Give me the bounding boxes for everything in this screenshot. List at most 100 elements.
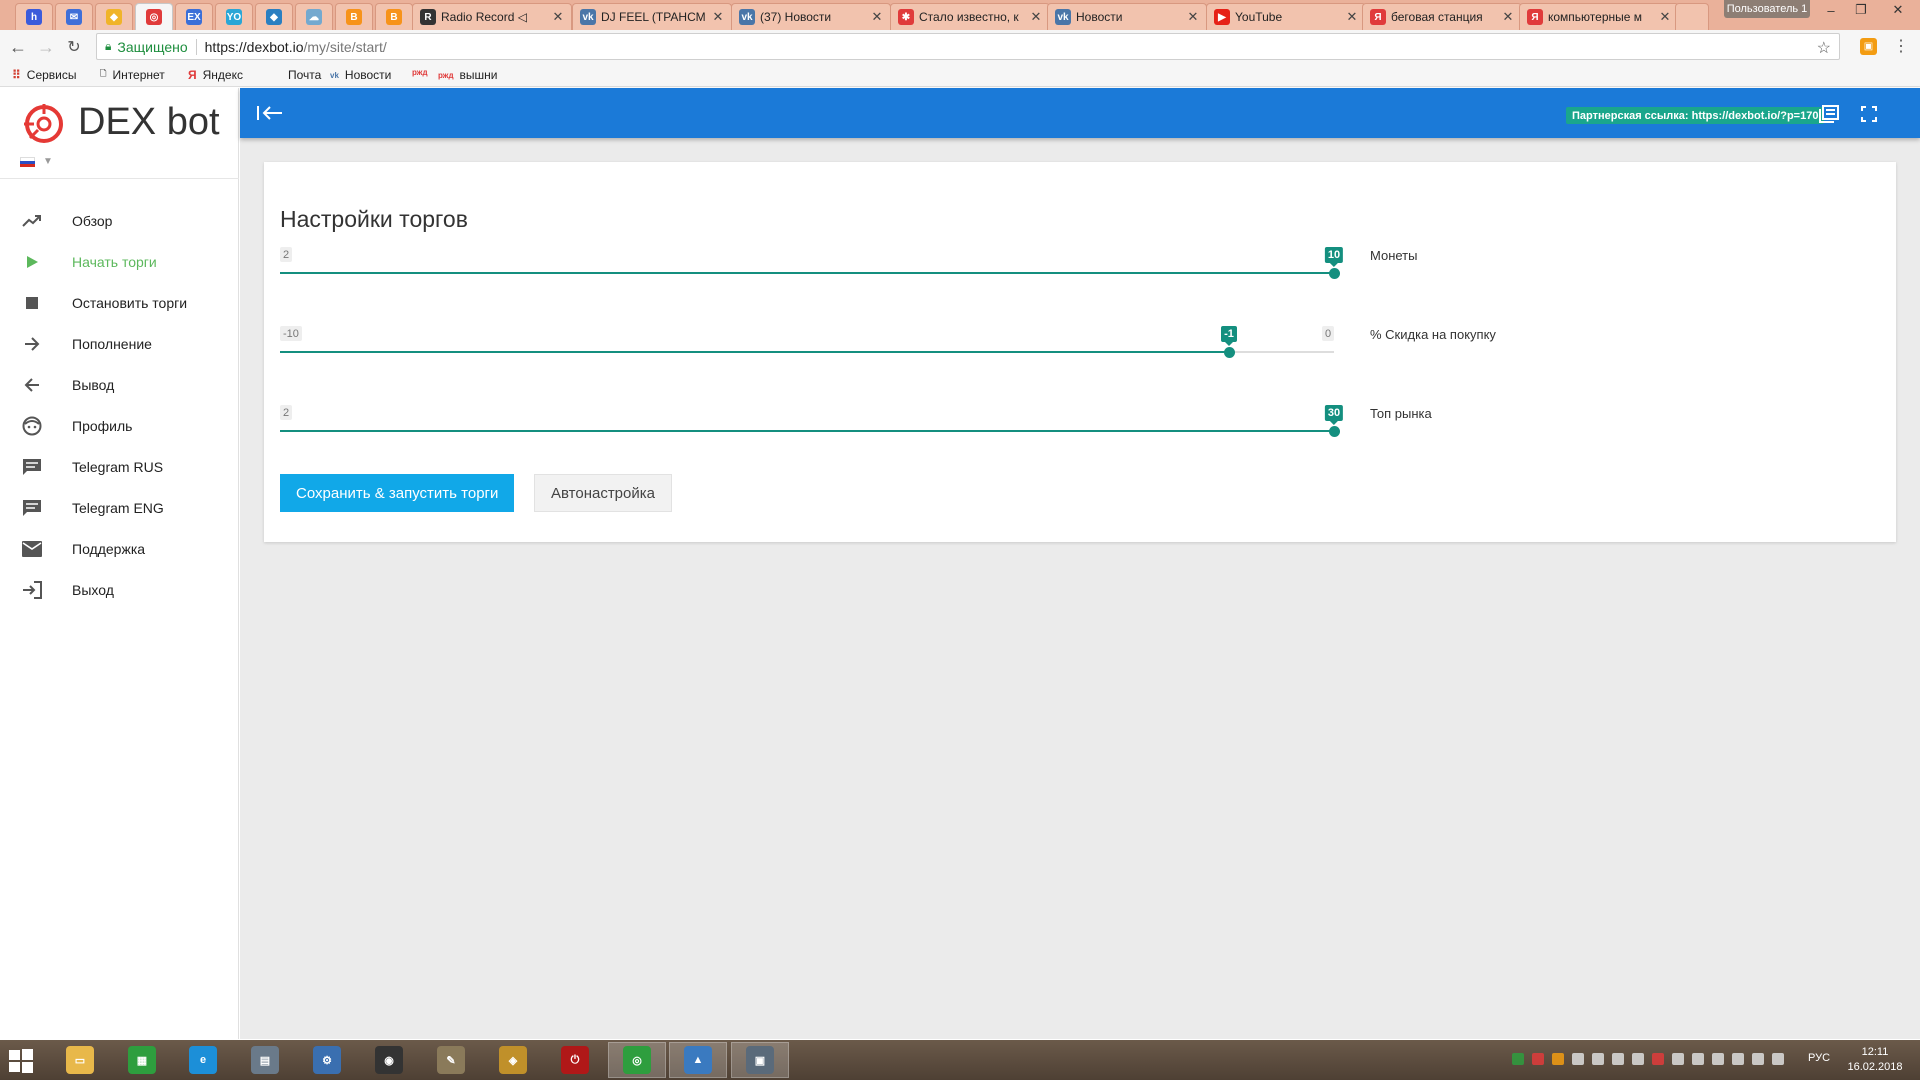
- slider-handle[interactable]: [1329, 426, 1340, 437]
- sidebar-item[interactable]: Остановить торги: [0, 282, 239, 323]
- sidebar-item[interactable]: Обзор: [0, 200, 239, 241]
- logo[interactable]: DEX bot: [20, 98, 220, 146]
- close-window-button[interactable]: ✕: [1878, 0, 1918, 20]
- browser-tab[interactable]: Ябеговая станция ✕: [1362, 3, 1522, 30]
- save-and-start-button[interactable]: Сохранить & запустить торги: [280, 474, 515, 512]
- restore-button[interactable]: ❐: [1846, 0, 1876, 20]
- forward-button[interactable]: →: [34, 36, 58, 58]
- signal-icon[interactable]: [1752, 1053, 1764, 1065]
- tray-app-icon[interactable]: [1512, 1053, 1524, 1065]
- close-tab-icon[interactable]: ✕: [1658, 9, 1672, 25]
- extension-icon[interactable]: ▣: [1860, 38, 1877, 55]
- vk-icon: vk: [1055, 9, 1071, 25]
- bookmark-item[interactable]: vk Новости: [330, 68, 391, 82]
- browser-tab[interactable]: ☁: [295, 3, 333, 30]
- browser-tab[interactable]: vk Новости ✕: [1047, 3, 1207, 30]
- bookmark-item[interactable]: ржд: [412, 68, 434, 77]
- sidebar-item[interactable]: Вывод: [0, 364, 239, 405]
- close-tab-icon[interactable]: ✕: [1029, 9, 1043, 25]
- sidebar-item[interactable]: Telegram RUS: [0, 446, 239, 487]
- browser-tab[interactable]: ✉: [55, 3, 93, 30]
- browser-tab[interactable]: ✱ Стало известно, к ✕: [890, 3, 1050, 30]
- browser-tab[interactable]: B: [375, 3, 413, 30]
- partner-link[interactable]: Партнерская ссылка: https://dexbot.io/?p…: [1566, 107, 1825, 124]
- sidebar-item[interactable]: Начать торги: [0, 241, 239, 282]
- browser-tab[interactable]: h: [15, 3, 53, 30]
- input-language[interactable]: РУС: [1808, 1052, 1830, 1064]
- taskbar-app[interactable]: ⏻: [546, 1042, 604, 1078]
- bookmark-item[interactable]: Я Яндекс: [188, 68, 243, 82]
- browser-tab[interactable]: B: [335, 3, 373, 30]
- taskbar-app[interactable]: ✎: [422, 1042, 480, 1078]
- browser-tab[interactable]: Якомпьютерные м ✕: [1519, 3, 1679, 30]
- sidebar-item[interactable]: Пополнение: [0, 323, 239, 364]
- sidebar-item[interactable]: Профиль: [0, 405, 239, 446]
- browser-tab[interactable]: ◎: [135, 3, 173, 30]
- close-tab-icon[interactable]: ✕: [1345, 9, 1359, 25]
- taskbar-app[interactable]: ▤: [236, 1042, 294, 1078]
- slider-handle[interactable]: [1329, 268, 1340, 279]
- tray-app-icon[interactable]: [1552, 1053, 1564, 1065]
- user-profile-badge[interactable]: Пользователь 1: [1724, 0, 1810, 18]
- minimize-button[interactable]: –: [1816, 0, 1846, 20]
- bookmark-item[interactable]: Почта: [282, 68, 321, 82]
- tray-app-icon[interactable]: [1532, 1053, 1544, 1065]
- taskbar-app[interactable]: ▣: [731, 1042, 789, 1078]
- close-tab-icon[interactable]: ✕: [1501, 9, 1515, 25]
- bluetooth-icon[interactable]: [1632, 1053, 1644, 1065]
- close-tab-icon[interactable]: ✕: [711, 9, 725, 25]
- windows-start-icon[interactable]: [8, 1048, 34, 1074]
- back-button[interactable]: ←: [6, 36, 30, 58]
- taskbar-app[interactable]: ◎: [608, 1042, 666, 1078]
- printer-icon[interactable]: [1712, 1053, 1724, 1065]
- browser-tab[interactable]: ▶ YouTube ✕: [1206, 3, 1366, 30]
- browser-tab[interactable]: ◆: [95, 3, 133, 30]
- new-tab-button[interactable]: [1675, 3, 1709, 30]
- slider-fill: [280, 351, 1229, 353]
- tray-app-icon[interactable]: [1592, 1053, 1604, 1065]
- slider-label: Топ рынка: [1370, 406, 1432, 421]
- news-feed-icon[interactable]: [1819, 104, 1839, 124]
- taskbar-app[interactable]: ◉: [360, 1042, 418, 1078]
- browser-tab[interactable]: YO: [215, 3, 253, 30]
- bookmark-item[interactable]: ржд вышни: [438, 68, 498, 82]
- taskbar-app[interactable]: ▲: [669, 1042, 727, 1078]
- taskbar-app[interactable]: ▦: [113, 1042, 171, 1078]
- auto-configure-button[interactable]: Автонастройка: [534, 474, 672, 512]
- taskbar-app[interactable]: ▭: [51, 1042, 109, 1078]
- slider-handle[interactable]: [1224, 347, 1235, 358]
- tray-app-icon[interactable]: [1612, 1053, 1624, 1065]
- reload-button[interactable]: ↻: [62, 36, 86, 58]
- browser-tab[interactable]: ◆: [255, 3, 293, 30]
- flag-icon[interactable]: [1572, 1053, 1584, 1065]
- taskbar-app[interactable]: ◈: [484, 1042, 542, 1078]
- volume-icon[interactable]: [1772, 1053, 1784, 1065]
- monitor-icon[interactable]: [1692, 1053, 1704, 1065]
- shield-icon[interactable]: [1652, 1053, 1664, 1065]
- bookmark-item[interactable]: ⠿ Сервисы: [12, 68, 77, 82]
- close-tab-icon[interactable]: ✕: [870, 9, 884, 25]
- collapse-sidebar-icon[interactable]: [256, 100, 284, 126]
- taskbar-app[interactable]: e: [174, 1042, 232, 1078]
- network-icon[interactable]: [1732, 1053, 1744, 1065]
- browser-tab[interactable]: vk (37) Новости ✕: [731, 3, 891, 30]
- yo-icon: YO: [226, 9, 242, 25]
- bookmark-item[interactable]: 🗋 Интернет: [100, 68, 165, 82]
- browser-menu-icon[interactable]: ⋮: [1893, 36, 1909, 56]
- close-tab-icon[interactable]: ✕: [1186, 9, 1200, 25]
- browser-tab[interactable]: R Radio Record ◁ ✕: [412, 3, 572, 30]
- fullscreen-icon[interactable]: [1859, 104, 1879, 124]
- sidebar-item[interactable]: Telegram ENG: [0, 487, 239, 528]
- bookmark-star-icon[interactable]: ☆: [1817, 38, 1831, 58]
- taskbar-app[interactable]: ⚙: [298, 1042, 356, 1078]
- bookmark-label: Яндекс: [202, 68, 243, 82]
- system-clock[interactable]: 12:11 16.02.2018: [1840, 1045, 1910, 1075]
- sidebar-item[interactable]: Поддержка: [0, 528, 239, 569]
- language-selector[interactable]: ▼: [20, 156, 53, 167]
- sidebar-item[interactable]: Выход: [0, 569, 239, 610]
- browser-tab[interactable]: vk DJ FEEL (ТРАНСМ ✕: [572, 3, 732, 30]
- tray-app-icon[interactable]: [1672, 1053, 1684, 1065]
- browser-tab[interactable]: EX: [175, 3, 213, 30]
- address-bar[interactable]: 🔒︎ Защищено https://dexbot.io/my/site/st…: [96, 33, 1840, 60]
- close-tab-icon[interactable]: ✕: [551, 9, 565, 25]
